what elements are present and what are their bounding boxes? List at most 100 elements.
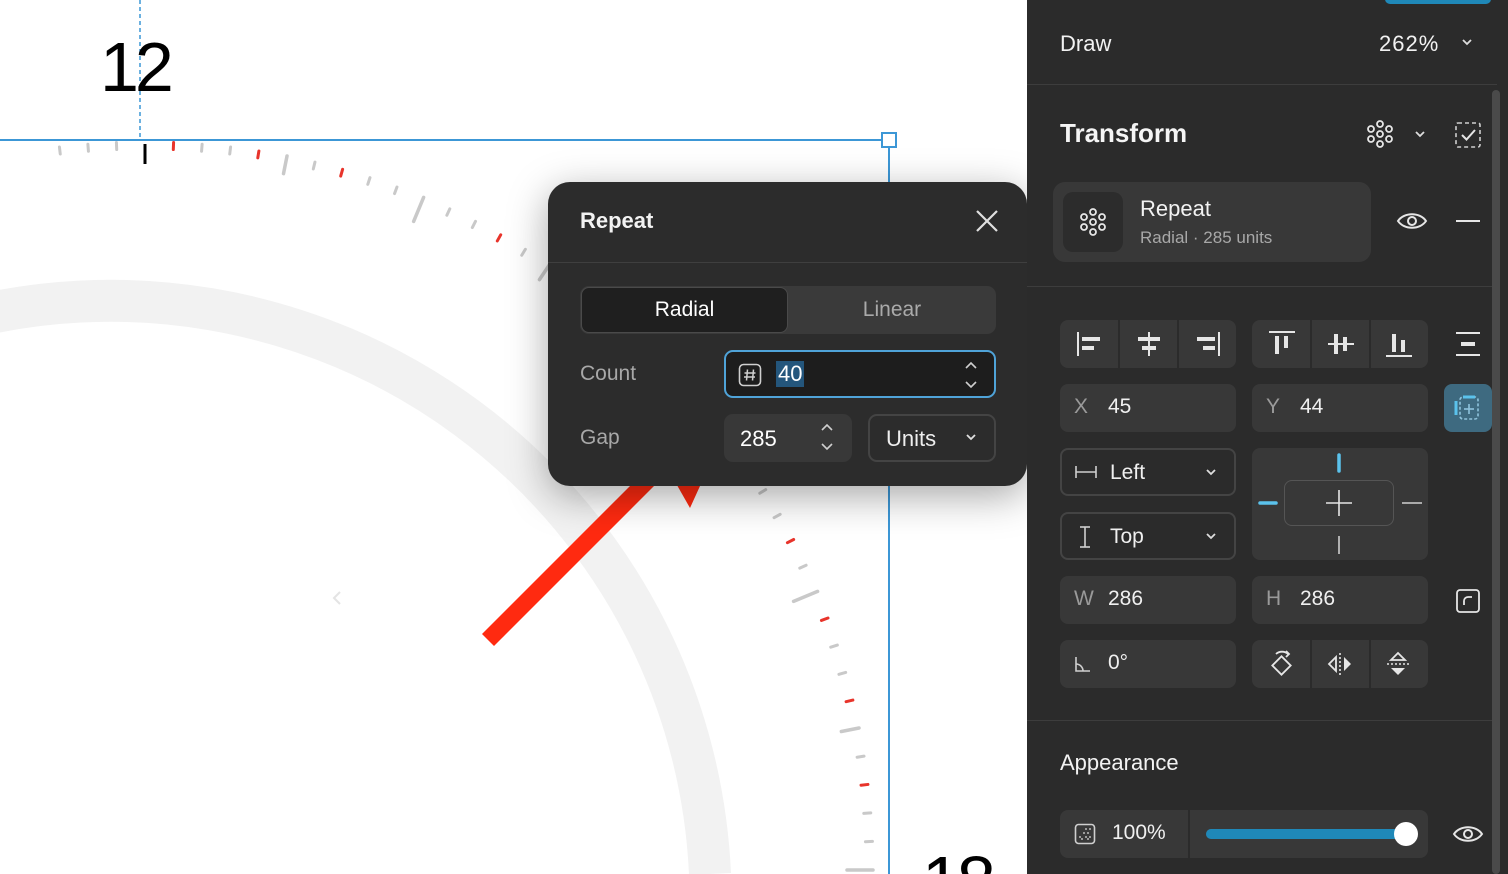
constraint-widget[interactable] [1252, 448, 1428, 560]
repeat-effect-card[interactable]: Repeat Radial · 285 units [1053, 182, 1371, 262]
gap-stepper-icon[interactable] [820, 419, 834, 455]
vertical-constraint-icon [1080, 526, 1090, 548]
count-label: Count [580, 362, 637, 385]
tick-mark [339, 167, 345, 178]
repeat-card-icon-box [1063, 192, 1123, 252]
transform-title: Transform [1060, 118, 1188, 148]
rotation-field[interactable]: 0° [1060, 640, 1236, 688]
vertical-constraint-value: Top [1110, 525, 1144, 548]
w-key: W [1074, 587, 1094, 610]
tick-mark [859, 782, 870, 787]
top-accent-bar [1385, 0, 1491, 4]
gap-value: 285 [740, 426, 777, 451]
x-key: X [1074, 395, 1089, 418]
tick-mark [819, 616, 830, 622]
align-center-horizontal-icon[interactable] [1134, 330, 1164, 358]
w-value: 286 [1108, 587, 1144, 610]
align-left-icon[interactable] [1075, 330, 1105, 358]
align-middle-vertical-icon[interactable] [1326, 329, 1356, 359]
opacity-icon [1074, 823, 1096, 845]
distribute-icon[interactable] [1454, 331, 1482, 357]
popup-title: Repeat [580, 208, 654, 233]
repeat-type-toggle: Radial Linear [580, 286, 996, 334]
tab-linear[interactable]: Linear [788, 286, 996, 334]
opacity-value[interactable]: 100% [1112, 821, 1166, 845]
rotate-icon[interactable] [1268, 650, 1296, 678]
horizontal-align-group [1060, 320, 1236, 368]
horizontal-constraint-value: Left [1110, 461, 1146, 484]
flip-vertical-icon[interactable] [1384, 650, 1412, 678]
constraints-toggle-button[interactable] [1444, 384, 1492, 432]
horizontal-constraint-icon [1075, 466, 1097, 478]
properties-panel: Draw 262% Transform Repeat Radial · 285 … [1027, 0, 1508, 874]
corner-radius-icon[interactable] [1455, 588, 1481, 614]
h-key: H [1266, 587, 1282, 610]
tick-mark [256, 149, 261, 160]
appearance-title: Appearance [1060, 750, 1179, 775]
align-top-icon[interactable] [1267, 329, 1297, 359]
close-icon[interactable] [972, 206, 1002, 236]
y-position-field[interactable]: Y 44 [1252, 384, 1428, 432]
tick-mark [470, 219, 478, 230]
panel-divider [1027, 286, 1497, 287]
tick-mark [393, 185, 399, 196]
tick-mark [829, 643, 839, 649]
remove-minus-icon[interactable] [1455, 214, 1481, 228]
eye-icon[interactable] [1452, 822, 1484, 846]
transform-actions-group [1252, 640, 1428, 688]
selection-handle [881, 132, 897, 148]
rotation-value: 0° [1108, 651, 1129, 674]
x-position-field[interactable]: X 45 [1060, 384, 1236, 432]
tick-mark [281, 154, 289, 176]
tick-mark [855, 754, 866, 759]
count-input[interactable]: 40 [724, 350, 996, 398]
tick-mark [311, 160, 317, 171]
count-stepper-icon[interactable] [964, 357, 978, 393]
tick-mark [839, 726, 861, 734]
tick-mark [520, 247, 527, 257]
tick-mark [228, 145, 233, 156]
tick-mark [495, 233, 503, 243]
chevron-down-icon [1206, 469, 1216, 476]
chevron-down-icon [1206, 533, 1216, 540]
panel-scrollbar[interactable] [1492, 90, 1500, 874]
repeat-radial-icon[interactable] [1366, 120, 1394, 148]
eye-icon[interactable] [1396, 209, 1428, 233]
constraints-icon [1454, 395, 1479, 420]
tick-mark [411, 195, 426, 224]
chevron-down-icon [966, 434, 976, 441]
tick-mark [837, 670, 848, 676]
chevron-left-icon [332, 591, 341, 605]
x-value: 45 [1108, 395, 1132, 418]
tick-mark [758, 488, 768, 495]
gap-input[interactable]: 285 [724, 414, 852, 462]
opacity-slider-track[interactable] [1206, 822, 1418, 846]
clock-number-18: 18 [922, 846, 996, 874]
zoom-chevron-down-icon[interactable] [1460, 36, 1474, 50]
height-field[interactable]: H 286 [1252, 576, 1428, 624]
repeat-popup: Repeat Radial Linear Count 40 Gap 285 Un [548, 182, 1027, 486]
transform-chevron-down-icon[interactable] [1413, 128, 1427, 142]
draw-label: Draw [1060, 31, 1112, 56]
zoom-level[interactable]: 262% [1379, 31, 1439, 57]
vertical-constraint-dropdown[interactable]: Top [1060, 512, 1236, 560]
tick-mark [772, 512, 782, 520]
align-bottom-icon[interactable] [1384, 329, 1414, 359]
tick-mark [791, 589, 820, 604]
tick-mark [785, 537, 796, 545]
h-value: 286 [1300, 587, 1336, 610]
tab-radial[interactable]: Radial [581, 287, 788, 333]
units-dropdown[interactable]: Units [868, 414, 996, 462]
opacity-slider-thumb[interactable] [1394, 822, 1418, 846]
popup-divider [548, 262, 1027, 263]
tick-mark [366, 176, 372, 186]
panel-divider [1027, 720, 1497, 721]
gap-label: Gap [580, 426, 620, 449]
align-right-icon[interactable] [1192, 330, 1222, 358]
flip-horizontal-icon[interactable] [1326, 650, 1354, 678]
width-field[interactable]: W 286 [1060, 576, 1236, 624]
opacity-slider-fill [1206, 829, 1406, 839]
angle-icon [1075, 657, 1090, 672]
horizontal-constraint-dropdown[interactable]: Left [1060, 448, 1236, 496]
select-checkbox-icon[interactable] [1454, 121, 1482, 149]
